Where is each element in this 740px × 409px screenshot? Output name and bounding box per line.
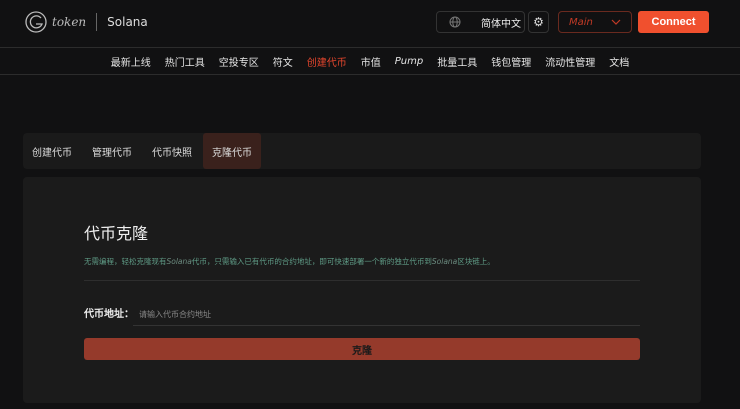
nav-item-wallet[interactable]: 钱包管理 [491, 54, 531, 69]
nav-item-batch-tools[interactable]: 批量工具 [437, 54, 477, 69]
chevron-down-icon [611, 19, 621, 25]
nav-item-create-token[interactable]: 创建代币 [307, 54, 347, 69]
main-nav: 最新上线 热门工具 空投专区 符文 创建代币 市值 Pump 批量工具 钱包管理… [0, 49, 740, 75]
token-address-input[interactable] [133, 303, 640, 326]
nav-item-docs[interactable]: 文档 [609, 54, 629, 69]
tab-token-snapshot[interactable]: 代币快照 [143, 133, 201, 169]
header: token Solana 简体中文 ⚙ Main Connect [0, 0, 740, 48]
logo-g-icon [25, 11, 47, 33]
clone-card [23, 177, 701, 403]
divider [84, 280, 640, 281]
nav-item-runes[interactable]: 符文 [273, 54, 293, 69]
language-label: 简体中文 [481, 18, 521, 30]
nav-item-latest[interactable]: 最新上线 [111, 54, 151, 69]
logo-text: token [52, 15, 87, 29]
nav-item-airdrop[interactable]: 空投专区 [219, 54, 259, 69]
page-title: 代币克隆 [84, 224, 149, 243]
tab-clone-token[interactable]: 克隆代币 [203, 133, 261, 169]
settings-button[interactable]: ⚙ [528, 11, 549, 33]
nav-item-hot-tools[interactable]: 热门工具 [165, 54, 205, 69]
nav-item-liquidity[interactable]: 流动性管理 [545, 54, 595, 69]
gear-icon: ⚙ [533, 15, 544, 29]
network-label: Main [569, 16, 593, 28]
nav-item-pump[interactable]: Pump [395, 56, 423, 67]
nav-item-market-cap[interactable]: 市值 [361, 54, 381, 69]
language-selector[interactable]: 简体中文 [436, 11, 525, 33]
tab-create-token[interactable]: 创建代币 [23, 133, 81, 169]
clone-button[interactable]: 克隆 [84, 338, 640, 360]
tab-manage-token[interactable]: 管理代币 [83, 133, 141, 169]
globe-icon [449, 16, 461, 28]
logo[interactable]: token Solana [24, 10, 148, 34]
chain-name: Solana [107, 15, 148, 29]
connect-button[interactable]: Connect [638, 11, 709, 33]
logo-divider [96, 13, 98, 31]
address-label: 代币地址： [84, 309, 134, 320]
network-select[interactable]: Main [558, 11, 632, 33]
description: 无需编程，轻松克隆现有Solana代币，只需输入已有代币的合约地址，即可快速部署… [84, 257, 495, 266]
token-tabs: 创建代币 管理代币 代币快照 克隆代币 [23, 133, 701, 169]
